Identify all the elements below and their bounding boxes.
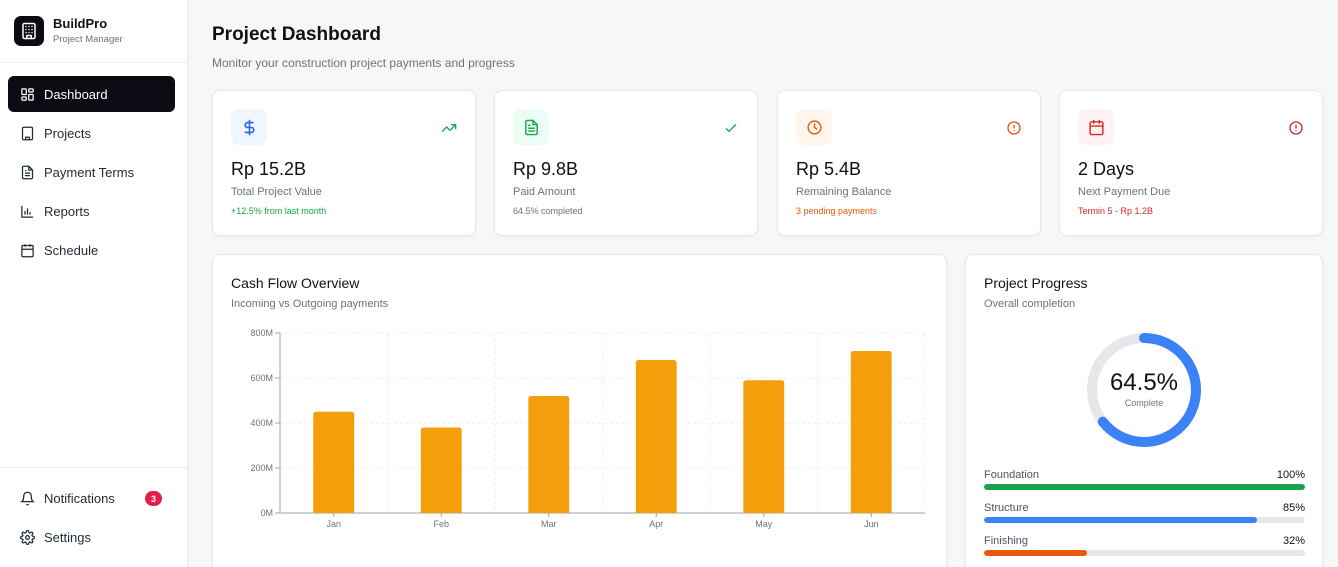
bar-feb <box>420 427 462 513</box>
brand: BuildPro Project Manager <box>0 0 187 63</box>
bar-chart-icon <box>21 205 34 218</box>
calendar-icon <box>1078 109 1114 145</box>
nav-item-schedule[interactable]: Schedule <box>8 232 175 268</box>
phase-name: Finishing <box>984 535 1029 547</box>
phase-track <box>984 484 1305 490</box>
stat-note: +12.5% from last month <box>231 206 327 216</box>
y-tick-label: 800M <box>250 328 273 338</box>
y-tick-label: 600M <box>250 373 273 383</box>
bar-mar <box>528 396 570 513</box>
stat-note: 64.5% completed <box>513 206 583 216</box>
x-tick-label: Apr <box>649 519 663 529</box>
alert-circle-icon <box>1007 121 1021 135</box>
brand-name: BuildPro <box>53 16 108 31</box>
stat-label: Total Project Value <box>231 186 322 198</box>
trending-up-icon <box>441 124 457 132</box>
stat-value: 2 Days <box>1078 159 1135 179</box>
stat-value: Rp 9.8B <box>513 159 579 179</box>
bar-jan <box>313 411 355 513</box>
phase-fill <box>984 550 1087 556</box>
notification-badge: 3 <box>145 491 162 506</box>
y-tick-label: 200M <box>250 463 273 473</box>
bar-apr <box>635 360 677 513</box>
stat-card-next-payment[interactable]: 2 Days Next Payment Due Termin 5 - Rp 1.… <box>1059 90 1323 236</box>
cash-flow-bar-chart: 0M 200M 400M 600M 800M Jan Feb Mar Apr May Jun <box>250 328 926 529</box>
bell-icon <box>20 491 35 505</box>
phase-fill <box>984 517 1257 523</box>
phase-track <box>984 550 1305 556</box>
nav-item-projects[interactable]: Projects <box>8 115 175 151</box>
building-logo-icon <box>14 16 44 46</box>
brand-subtitle: Project Manager <box>53 34 123 45</box>
stat-card-total-value[interactable]: Rp 15.2B Total Project Value +12.5% from… <box>212 90 476 236</box>
stat-label: Remaining Balance <box>796 186 892 198</box>
dollar-icon <box>231 109 267 145</box>
nav-item-label: Reports <box>44 203 90 219</box>
nav-item-dashboard[interactable]: Dashboard <box>8 76 175 112</box>
y-tick-label: 0M <box>260 508 273 518</box>
stat-value: Rp 5.4B <box>796 159 862 179</box>
bar-may <box>743 380 785 513</box>
project-progress-panel: Project Progress Overall completion 64.5… <box>965 254 1323 567</box>
nav-item-notifications[interactable]: Notifications 3 <box>8 480 175 516</box>
bar-jun <box>850 351 892 513</box>
phase-track <box>984 517 1305 523</box>
check-icon <box>725 124 737 132</box>
phase-value: 100% <box>1276 469 1305 481</box>
document-icon <box>21 165 34 179</box>
cash-flow-panel: Cash Flow Overview Incoming vs Outgoing … <box>212 254 947 567</box>
nav-item-label: Schedule <box>44 242 99 258</box>
nav-item-label: Projects <box>44 125 91 141</box>
grid-icon <box>21 87 34 101</box>
calendar-icon <box>21 243 34 257</box>
stat-card-remaining-balance[interactable]: Rp 5.4B Remaining Balance 3 pending paym… <box>777 90 1041 236</box>
page-title: Project Dashboard <box>212 24 381 45</box>
phase-value: 85% <box>1282 502 1305 514</box>
phase-name: Foundation <box>984 469 1040 481</box>
document-icon <box>513 109 549 145</box>
stat-label: Next Payment Due <box>1078 186 1171 198</box>
sidebar: BuildPro Project Manager Dashboard Proje… <box>0 0 188 567</box>
x-tick-label: May <box>755 519 773 529</box>
phase-value: 32% <box>1282 535 1305 547</box>
stat-note: 3 pending payments <box>796 206 878 216</box>
stat-label: Paid Amount <box>513 186 576 198</box>
nav-item-payment-terms[interactable]: Payment Terms <box>8 154 175 190</box>
nav-item-label: Notifications <box>44 490 115 506</box>
x-tick-label: Mar <box>541 519 557 529</box>
phase-fill <box>984 484 1305 490</box>
stat-value: Rp 15.2B <box>231 159 307 179</box>
alert-circle-icon <box>1289 121 1303 135</box>
x-tick-label: Jan <box>326 519 341 529</box>
progress-percent: 64.5% <box>1109 369 1179 396</box>
page-subtitle: Monitor your construction project paymen… <box>212 56 515 70</box>
sidebar-divider <box>0 467 187 468</box>
gear-icon <box>20 529 35 545</box>
nav-item-label: Dashboard <box>44 86 108 102</box>
stat-note: Termin 5 - Rp 1.2B <box>1078 206 1154 216</box>
phase-name: Structure <box>984 502 1029 514</box>
nav-item-label: Settings <box>44 529 91 545</box>
x-tick-label: Feb <box>433 519 449 529</box>
progress-complete-label: Complete <box>1124 398 1164 408</box>
clock-icon <box>796 109 832 145</box>
building-icon <box>21 126 34 140</box>
nav-item-label: Payment Terms <box>44 164 135 180</box>
nav-item-reports[interactable]: Reports <box>8 193 175 229</box>
x-tick-label: Jun <box>864 519 879 529</box>
panel-subtitle: Overall completion <box>984 298 1076 310</box>
panel-title: Project Progress <box>984 275 1088 291</box>
y-tick-label: 400M <box>250 418 273 428</box>
stat-card-paid-amount[interactable]: Rp 9.8B Paid Amount 64.5% completed <box>494 90 758 236</box>
nav-item-settings[interactable]: Settings <box>8 519 175 555</box>
